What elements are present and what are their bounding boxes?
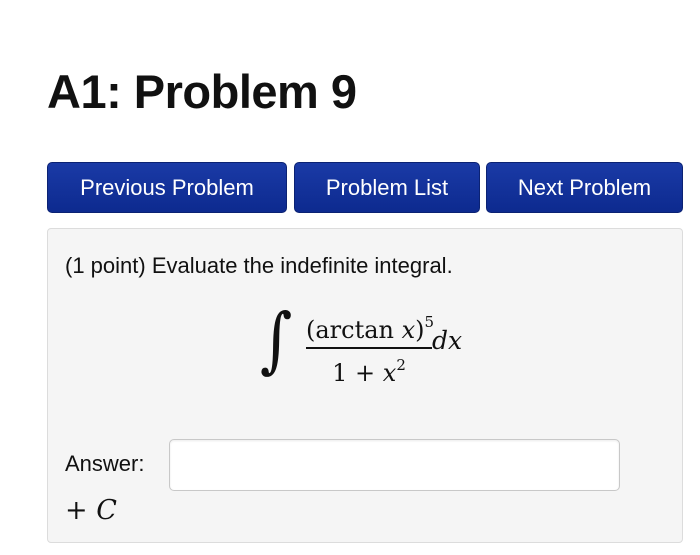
plus-sign: +	[65, 495, 97, 526]
problem-list-button[interactable]: Problem List	[294, 162, 480, 213]
fraction-denominator: 1 + x2	[306, 351, 432, 387]
fraction-numerator: (arctan x)5	[306, 308, 434, 344]
numerator-variable: x	[401, 316, 416, 344]
constant-symbol: C	[96, 495, 117, 526]
answer-label: Answer:	[65, 451, 145, 476]
numerator-close: )	[415, 316, 425, 344]
numerator-base: (arctan	[306, 316, 402, 344]
denominator-base: 1 +	[332, 358, 383, 387]
page-title: A1: Problem 9	[47, 65, 357, 118]
integral-expression: ∫ (arctan x)5 1 + x2 dx	[260, 297, 480, 387]
differential: dx	[432, 326, 463, 355]
problem-panel: (1 point) Evaluate the indefinite integr…	[47, 228, 683, 543]
problem-prompt: (1 point) Evaluate the indefinite integr…	[65, 253, 453, 278]
integral-sign: ∫	[260, 297, 293, 382]
previous-problem-button[interactable]: Previous Problem	[47, 162, 287, 213]
denominator-exponent: 2	[396, 355, 406, 374]
fraction: (arctan x)5 1 + x2	[306, 308, 434, 387]
next-problem-button[interactable]: Next Problem	[486, 162, 683, 213]
denominator-variable: x	[382, 358, 397, 387]
answer-input[interactable]	[169, 439, 620, 491]
constant-of-integration: + C	[65, 495, 117, 526]
fraction-bar	[306, 347, 432, 349]
